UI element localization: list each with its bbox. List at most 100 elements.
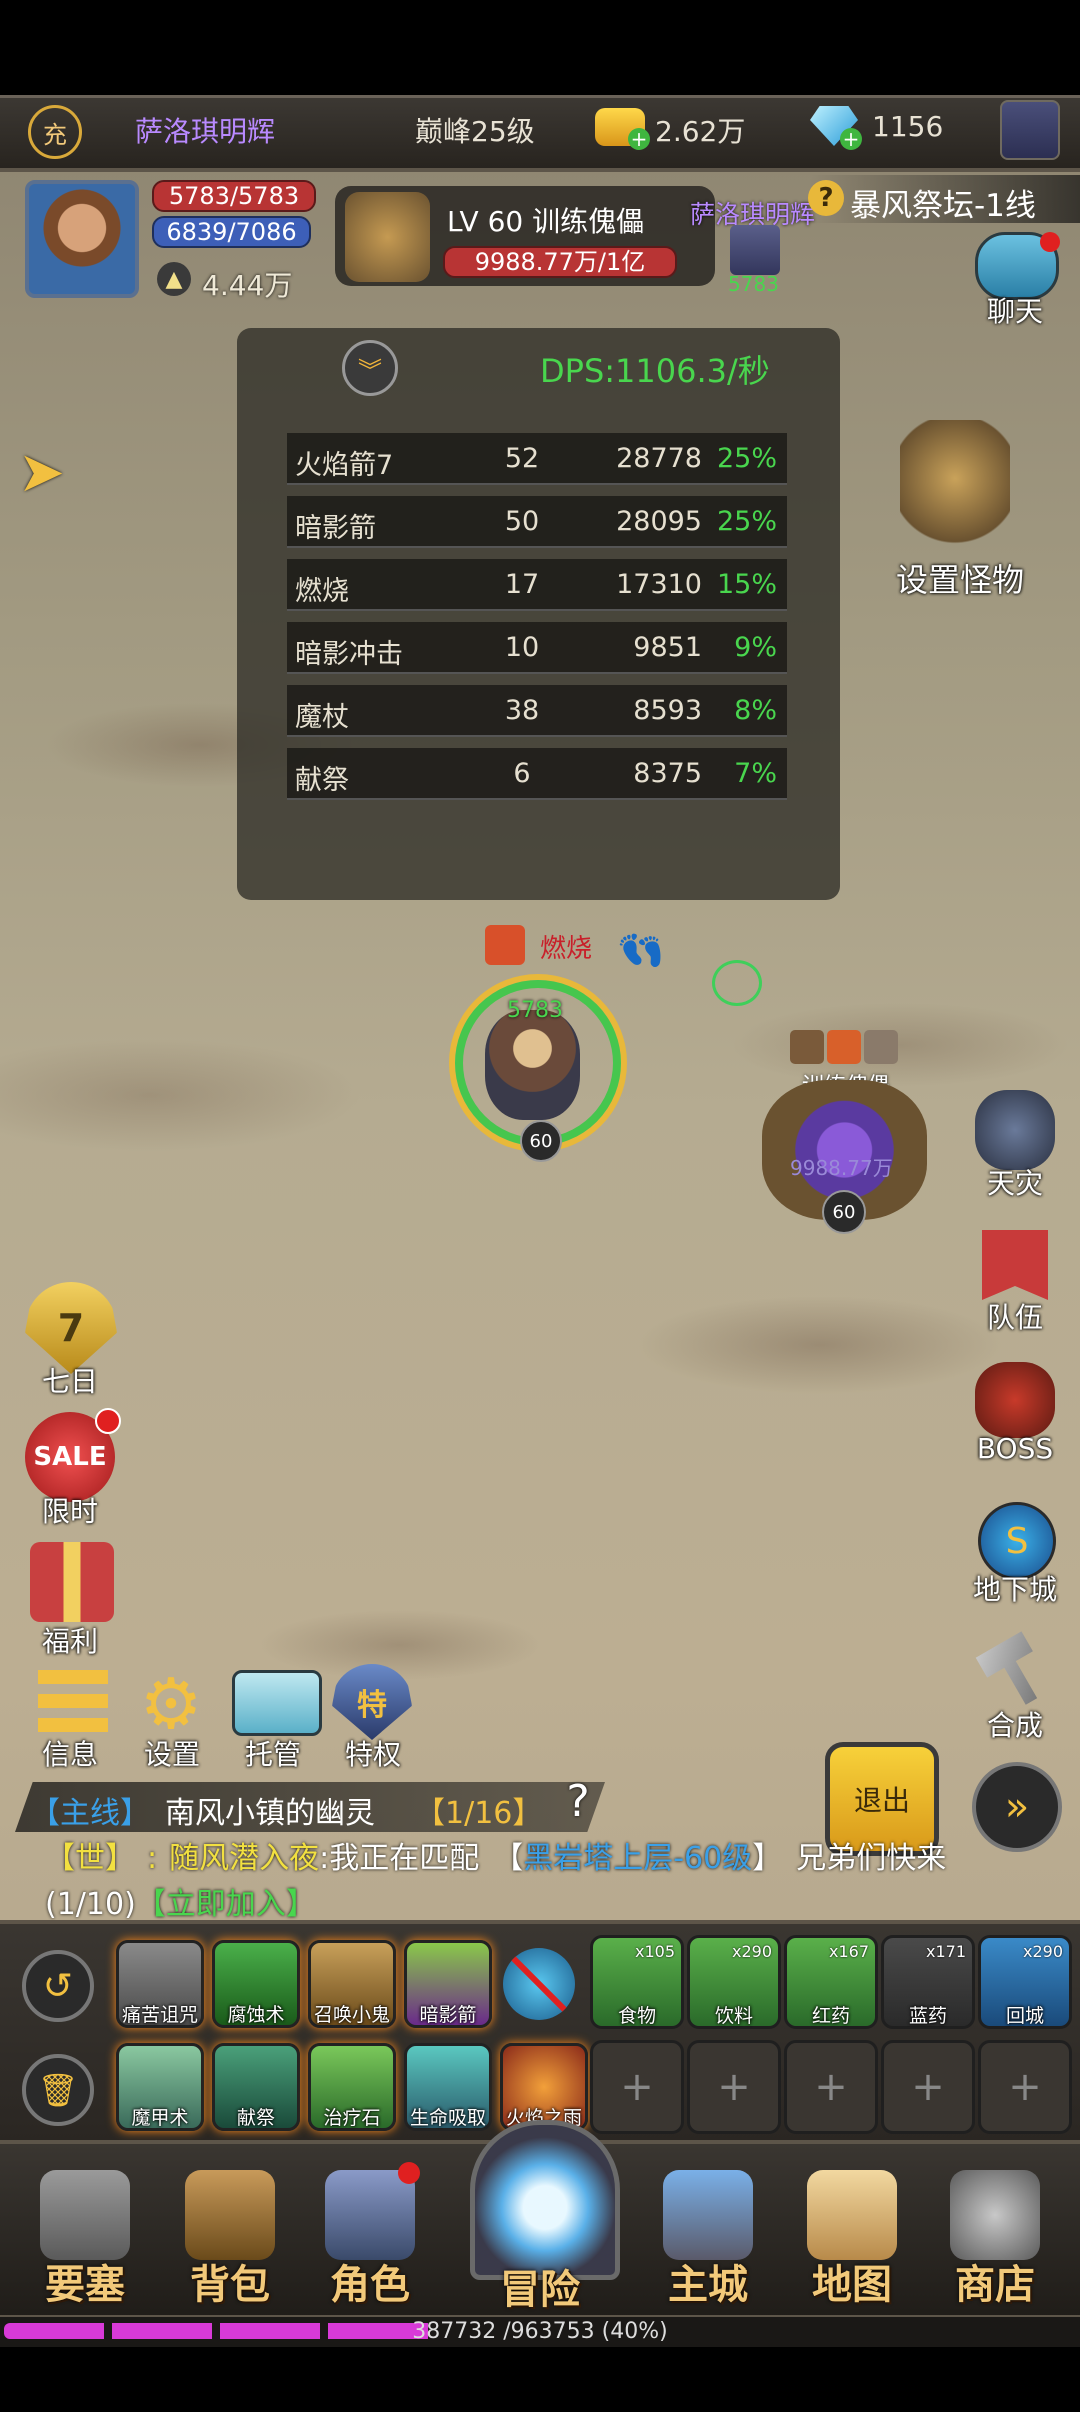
empty-slot-4[interactable]: + (881, 2040, 975, 2134)
right-menu-dungeon[interactable]: 地下城 (960, 1568, 1070, 1608)
gift-box-icon[interactable] (30, 1542, 114, 1622)
toolbar-info[interactable]: 信息 (15, 1733, 125, 1773)
skill-healthstone[interactable]: 治疗石 (308, 2043, 396, 2131)
hero-character[interactable]: 5783 60 (415, 970, 635, 1162)
nav-map[interactable]: 地图 (792, 2160, 912, 2310)
item-count: x290 (1022, 1942, 1063, 1961)
item-health-potion[interactable]: x167 红药 (784, 1935, 878, 2029)
nav-backpack[interactable]: 背包 (170, 2160, 290, 2310)
skill-agony-curse[interactable]: 痛苦诅咒 (116, 1940, 204, 2028)
collapse-chevron-icon[interactable]: ︾ (342, 340, 398, 396)
dps-percent: 8% (734, 695, 777, 726)
dps-percent: 15% (716, 569, 777, 600)
dps-damage: 9851 (633, 632, 702, 663)
help-icon[interactable]: ? (808, 180, 844, 216)
item-food[interactable]: x105 食物 (590, 1935, 684, 2029)
toolbar-autoplay[interactable]: 托管 (218, 1733, 328, 1773)
chat-bracket-open: 【 (493, 1841, 524, 1876)
left-menu-limited[interactable]: 限时 (15, 1490, 125, 1530)
chat-label[interactable]: 聊天 (960, 290, 1070, 330)
dps-row: 火焰箭7 52 28778 25% (287, 433, 787, 485)
dps-damage: 28778 (616, 443, 702, 474)
training-dummy-icon[interactable] (900, 420, 1010, 550)
dps-row: 暗影箭 50 28095 25% (287, 496, 787, 548)
empty-slot-3[interactable]: + (784, 2040, 878, 2134)
set-monster-label[interactable]: 设置怪物 (880, 555, 1040, 601)
quest-help-icon[interactable]: ? (555, 1776, 601, 1827)
left-menu-seven-days[interactable]: 七日 (15, 1360, 125, 1400)
target-avatar (345, 192, 430, 282)
chat-join-link[interactable]: 【立即加入】 (136, 1887, 316, 1922)
expand-arrow-icon[interactable]: ➤ (18, 440, 65, 505)
training-dummy-monster[interactable]: 9988.77万 60 (752, 1040, 937, 1234)
nav-adventure[interactable]: 冒险 (450, 2110, 630, 2315)
target-hp-bar: 9988.77万/1亿 (443, 246, 677, 278)
castle-icon (663, 2170, 753, 2260)
scroll-map-icon (807, 2170, 897, 2260)
target-title: LV 60 训练傀儡 (447, 205, 645, 238)
dps-percent: 25% (716, 443, 777, 474)
item-label: 饮料 (714, 2005, 753, 2027)
dps-damage: 17310 (616, 569, 702, 600)
nav-fortress[interactable]: 要塞 (25, 2160, 145, 2310)
target-owner-score: 5783 (728, 272, 779, 296)
trash-icon[interactable]: 🗑 (22, 2054, 94, 2126)
world-chat-line[interactable]: 【世】: 随风潜入夜:我正在匹配 【黑岩塔上层-60级】 兄弟们快来 (1/10)【立即… (45, 1836, 1075, 1928)
player-power: 4.44万 (202, 269, 293, 302)
skill-corruption[interactable]: 腐蚀术 (212, 1940, 300, 2028)
portal-icon (470, 2120, 620, 2280)
skill-shadow-bolt[interactable]: 暗影箭 (404, 1940, 492, 2028)
dps-skill-name: 献祭 (295, 765, 349, 796)
skill-demon-armor[interactable]: 魔甲术 (116, 2043, 204, 2131)
hero-hp-text: 5783 (507, 998, 563, 1023)
power-icon: ▲ (157, 262, 191, 296)
skill-label: 献祭 (236, 2107, 275, 2129)
scourge-icon[interactable] (975, 1090, 1055, 1170)
boss-icon[interactable] (975, 1362, 1055, 1438)
dps-percent: 9% (734, 632, 777, 663)
nav-shop[interactable]: 商店 (935, 2160, 1055, 2310)
toolbar-privilege[interactable]: 特权 (318, 1733, 428, 1773)
empty-slot-2[interactable]: + (687, 2040, 781, 2134)
dps-skill-name: 燃烧 (295, 576, 349, 607)
left-menu-welfare[interactable]: 福利 (15, 1620, 125, 1660)
dps-row: 献祭 6 8375 7% (287, 748, 787, 800)
nav-main-city[interactable]: 主城 (648, 2160, 768, 2310)
monitor-icon[interactable] (232, 1670, 322, 1736)
item-recall[interactable]: x290 回城 (978, 1935, 1072, 2029)
chat-notification-dot (1040, 232, 1060, 252)
right-menu-craft[interactable]: 合成 (960, 1704, 1070, 1744)
skill-label: 召唤小鬼 (313, 2004, 390, 2026)
chat-separator: : (147, 1841, 158, 1876)
dps-panel: ︾ DPS:1106.3/秒 火焰箭7 52 28778 25% 暗影箭 50 28095 2… (237, 328, 840, 900)
right-menu-team[interactable]: 队伍 (960, 1296, 1070, 1336)
skill-immolate[interactable]: 献祭 (212, 2043, 300, 2131)
menu-lines-icon[interactable] (38, 1670, 108, 1732)
vip-badge[interactable]: 充 (28, 105, 82, 159)
item-drink[interactable]: x290 饮料 (687, 1935, 781, 2029)
gold-plus-icon[interactable]: + (628, 128, 650, 150)
dps-hit-count: 50 (504, 506, 540, 537)
quest-progress: 【1/16】 (415, 1796, 543, 1831)
right-menu-scourge[interactable]: 天灾 (960, 1162, 1070, 1202)
empty-slot-5[interactable]: + (978, 2040, 1072, 2134)
player-mp-bar: 6839/7086 (152, 216, 311, 248)
gear-icon[interactable]: ⚙ (135, 1663, 207, 1745)
swap-arrow-icon[interactable]: ↺ (22, 1950, 94, 2022)
chat-dungeon[interactable]: 黑岩塔上层-60级 (523, 1841, 752, 1876)
toolbar-settings[interactable]: 设置 (117, 1733, 227, 1773)
sale-notification-dot (95, 1408, 121, 1434)
chat-user[interactable]: 随风潜入夜 (169, 1841, 319, 1876)
wizard-hat-icon[interactable] (1000, 100, 1060, 160)
zone-name: 暴风祭坛-1线 (850, 188, 1036, 224)
skill-summon-imp[interactable]: 召唤小鬼 (308, 1940, 396, 2028)
dps-percent: 7% (734, 758, 777, 789)
skill-label: 暗影箭 (419, 2004, 477, 2026)
nav-character[interactable]: 角色 (310, 2160, 430, 2310)
item-mana-potion[interactable]: x171 蓝药 (881, 1935, 975, 2029)
right-menu-boss[interactable]: BOSS (960, 1432, 1070, 1465)
diamond-plus-icon[interactable]: + (840, 128, 862, 150)
player-avatar[interactable] (25, 180, 139, 298)
disabled-action-icon[interactable] (503, 1948, 575, 2020)
dps-row: 魔杖 38 8593 8% (287, 685, 787, 737)
